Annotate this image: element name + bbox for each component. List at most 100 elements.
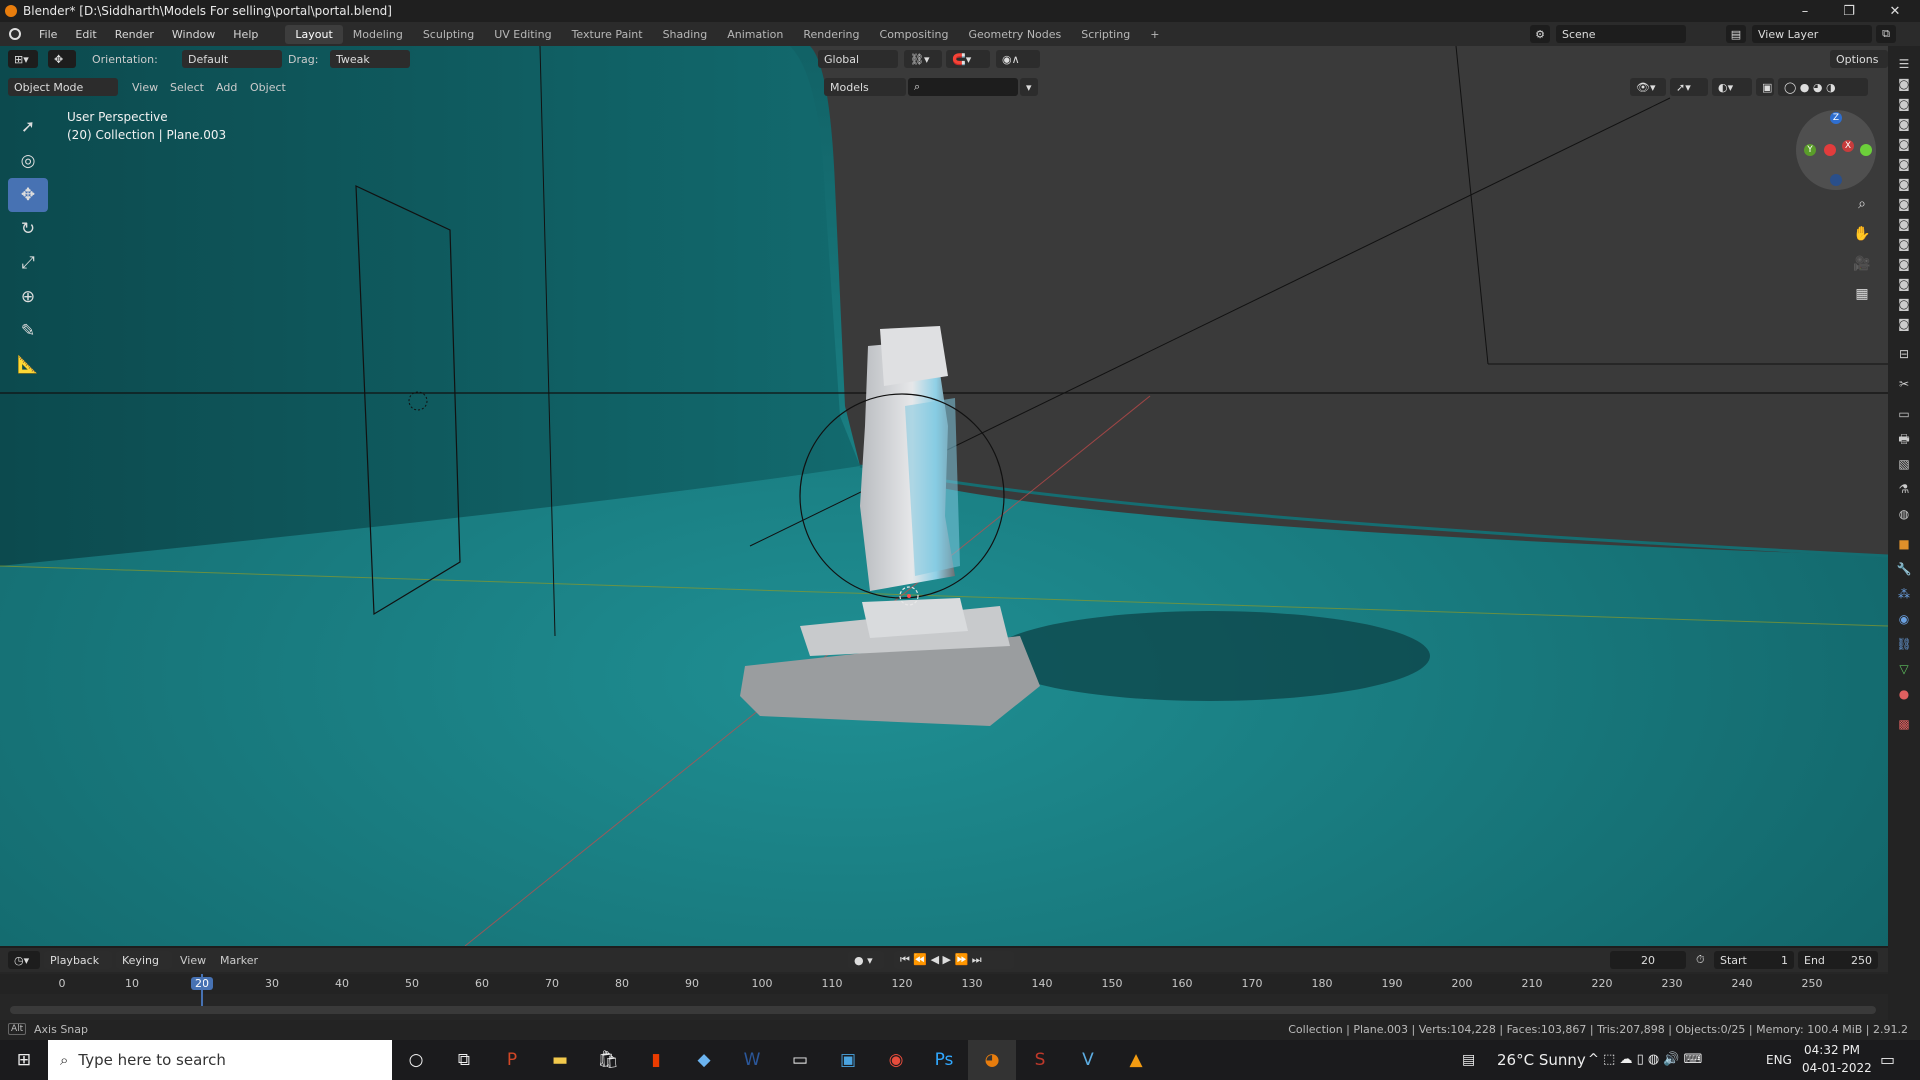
clock-time[interactable]: 04:32 PM — [1804, 1043, 1860, 1057]
playback-menu[interactable]: Playback — [44, 951, 112, 969]
editor-type-icon[interactable]: ⊞▾ — [8, 50, 38, 68]
options-dropdown[interactable]: Options — [1830, 50, 1888, 68]
cursor-icon[interactable]: ◎ — [8, 144, 48, 178]
office-icon[interactable]: ▮ — [632, 1040, 680, 1080]
tab-shading[interactable]: Shading — [653, 25, 718, 44]
xray-icon[interactable]: ▣ — [1756, 78, 1774, 96]
weather-text[interactable]: 26°C Sunny — [1497, 1051, 1586, 1069]
object-menu[interactable]: Object — [250, 81, 286, 94]
camera-visibility-icon-9[interactable]: ◙ — [1896, 236, 1912, 252]
camera-visibility-icon-6[interactable]: ◙ — [1896, 176, 1912, 192]
new-view-layer-icon[interactable]: ⧉ — [1876, 25, 1896, 43]
add-workspace-icon[interactable]: + — [1140, 25, 1169, 44]
store-icon[interactable]: 🛍 — [584, 1040, 632, 1080]
menu-edit[interactable]: Edit — [66, 28, 105, 41]
navigation-gizmo[interactable]: Z Y X — [1796, 110, 1876, 190]
windows-start-icon[interactable]: ⊞ — [0, 1040, 48, 1080]
scene-selector[interactable]: Scene — [1556, 25, 1686, 43]
collection-dropdown[interactable]: Models — [824, 78, 906, 96]
particles-properties-icon[interactable]: ⁂ — [1896, 586, 1912, 602]
tab-texture-paint[interactable]: Texture Paint — [562, 25, 653, 44]
timeline-view-menu[interactable]: View — [180, 954, 206, 967]
rotate-tool-icon[interactable]: ↻ — [8, 212, 48, 246]
taskbar-search-input[interactable]: ⌕ Type here to search — [48, 1040, 392, 1080]
pan-hand-icon[interactable]: ✋ — [1850, 222, 1874, 246]
close-icon[interactable]: ✕ — [1872, 0, 1918, 22]
word-icon[interactable]: W — [728, 1040, 776, 1080]
gizmo-z-neg-axis[interactable] — [1830, 174, 1842, 186]
camera-view-icon[interactable]: 🎥 — [1850, 252, 1874, 276]
app-icon-3[interactable]: ▣ — [824, 1040, 872, 1080]
camera-visibility-icon-1[interactable]: ◙ — [1896, 76, 1912, 92]
tab-animation[interactable]: Animation — [717, 25, 793, 44]
constraints-properties-icon[interactable]: ⛓ — [1896, 636, 1912, 652]
language-indicator[interactable]: ENG — [1766, 1053, 1792, 1067]
modifier-properties-icon[interactable]: 🔧 — [1896, 561, 1912, 577]
app-icon-4[interactable]: S — [1016, 1040, 1064, 1080]
scale-tool-icon[interactable]: ⤢ — [8, 246, 48, 280]
menu-help[interactable]: Help — [224, 28, 267, 41]
playback-controls[interactable]: ⏮ ⏪ ◀ ▶ ⏩ ⏭ — [894, 951, 1014, 969]
powerpoint-icon[interactable]: P — [488, 1040, 536, 1080]
view-menu[interactable]: View — [132, 81, 158, 94]
marker-menu[interactable]: Marker — [220, 954, 258, 967]
drag-dropdown[interactable]: Tweak — [330, 50, 410, 68]
app-icon-2[interactable]: ▭ — [776, 1040, 824, 1080]
tab-modeling[interactable]: Modeling — [343, 25, 413, 44]
visibility-icon[interactable]: 👁▾ — [1630, 78, 1666, 96]
tab-compositing[interactable]: Compositing — [870, 25, 959, 44]
transform-tool-icon[interactable]: ⊕ — [8, 280, 48, 314]
view-layer-icon[interactable]: ▤ — [1726, 25, 1746, 43]
data-properties-icon[interactable]: ▽ — [1896, 661, 1912, 677]
outliner-icon[interactable]: ☰ — [1896, 56, 1912, 72]
timeline-editor[interactable]: ◷▾ Playback Keying View Marker ● ▾ ⏮ ⏪ ◀… — [0, 948, 1888, 1028]
blender-taskbar-icon[interactable]: ◕ — [968, 1040, 1016, 1080]
gizmo-y-neg-axis[interactable] — [1860, 144, 1872, 156]
clock-date[interactable]: 04-01-2022 — [1802, 1061, 1872, 1075]
shading-mode-buttons[interactable]: ◯ ● ◕ ◑ — [1778, 78, 1868, 96]
select-menu[interactable]: Select — [170, 81, 204, 94]
render-properties-icon[interactable]: ▭ — [1896, 406, 1912, 422]
current-frame-field[interactable]: 20 — [1610, 951, 1686, 969]
timeline-scrollbar[interactable] — [10, 1006, 1876, 1014]
end-frame-field[interactable]: End 250 — [1798, 951, 1878, 969]
camera-visibility-icon-11[interactable]: ◙ — [1896, 276, 1912, 292]
cortana-icon[interactable]: ○ — [392, 1040, 440, 1080]
3d-viewport[interactable]: User Perspective (20) Collection | Plane… — [0, 46, 1888, 946]
weather-icon[interactable]: ▤ — [1462, 1052, 1475, 1068]
minimize-icon[interactable]: – — [1782, 0, 1828, 22]
object-properties-icon[interactable]: ■ — [1896, 536, 1912, 552]
proportional-edit-icon[interactable]: ◉∧ — [996, 50, 1040, 68]
camera-visibility-icon-2[interactable]: ◙ — [1896, 96, 1912, 112]
task-view-icon[interactable]: ⧉ — [440, 1040, 488, 1080]
menu-window[interactable]: Window — [163, 28, 224, 41]
chrome-icon[interactable]: ◉ — [872, 1040, 920, 1080]
tab-layout[interactable]: Layout — [285, 24, 343, 44]
app-icon-1[interactable]: ◆ — [680, 1040, 728, 1080]
scene-icon[interactable]: ⚙ — [1530, 25, 1550, 43]
gizmo-y-axis[interactable]: Y — [1804, 144, 1816, 156]
measure-tool-icon[interactable]: 📐 — [8, 348, 48, 382]
texture-properties-icon[interactable]: ▩ — [1896, 716, 1912, 732]
file-explorer-icon[interactable]: ▬ — [536, 1040, 584, 1080]
move-tool-icon[interactable]: ✥ — [8, 178, 48, 212]
preview-range-icon[interactable]: ⏱ — [1690, 951, 1710, 969]
annotate-tool-icon[interactable]: ✎ — [8, 314, 48, 348]
overlay-toggle-icon[interactable]: ◐▾ — [1712, 78, 1752, 96]
gizmo-x-pos-axis[interactable] — [1824, 144, 1836, 156]
tab-rendering[interactable]: Rendering — [793, 25, 869, 44]
tab-geometry-nodes[interactable]: Geometry Nodes — [958, 25, 1071, 44]
camera-visibility-icon-4[interactable]: ◙ — [1896, 136, 1912, 152]
start-frame-field[interactable]: Start 1 — [1714, 951, 1794, 969]
blender-menu-icon[interactable] — [0, 28, 30, 40]
camera-visibility-icon-13[interactable]: ◙ — [1896, 316, 1912, 332]
timeline-editor-type-icon[interactable]: ◷▾ — [8, 951, 40, 969]
gizmo-z-axis[interactable]: Z — [1830, 112, 1842, 124]
menu-render[interactable]: Render — [106, 28, 163, 41]
select-box-icon[interactable]: ➚ — [8, 110, 48, 144]
output-properties-icon[interactable]: 🖶 — [1896, 431, 1912, 447]
filter-icon[interactable]: ▾ — [1020, 78, 1038, 96]
view-layer-selector[interactable]: View Layer — [1752, 25, 1872, 43]
camera-visibility-icon-10[interactable]: ◙ — [1896, 256, 1912, 272]
scene-properties-icon[interactable]: ⚗ — [1896, 481, 1912, 497]
